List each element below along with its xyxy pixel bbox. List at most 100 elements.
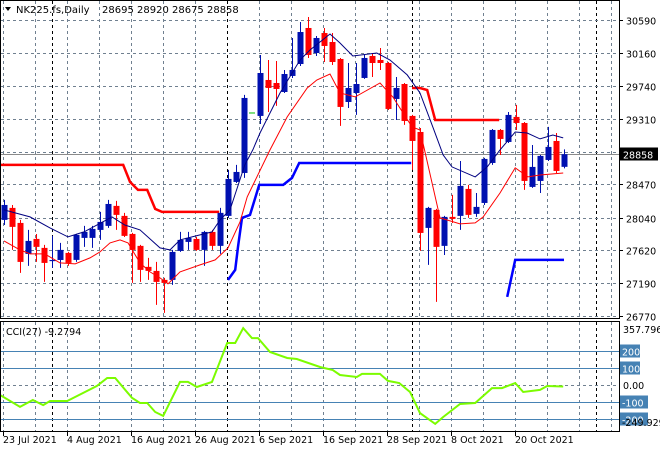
- date-label: 4 Aug 2021: [67, 435, 122, 446]
- candle-body: [313, 37, 320, 54]
- candle-body: [361, 57, 368, 78]
- candle-body: [417, 131, 424, 233]
- candle: [353, 63, 360, 115]
- candle: [257, 54, 264, 124]
- candle-body: [33, 238, 40, 247]
- date-label: 23 Jul 2021: [3, 435, 57, 446]
- candle-body: [17, 222, 24, 262]
- candle: [433, 208, 440, 302]
- candle: [25, 229, 32, 266]
- candle-body: [89, 228, 96, 238]
- candle-body: [113, 205, 120, 215]
- chart-header: NK225.fs,Daily 28695 28920 28675 28858: [5, 5, 239, 16]
- candle: [185, 231, 192, 250]
- price-tick-label: 28040: [626, 215, 656, 226]
- candle: [17, 219, 24, 273]
- candle-body: [377, 59, 384, 64]
- candle: [505, 111, 512, 143]
- candle: [377, 47, 384, 70]
- date-label: 26 Aug 2021: [195, 435, 256, 446]
- candle-body: [257, 73, 264, 116]
- candle: [409, 114, 416, 170]
- price-axis: 30590 30160 29740 29310 28470 28040 27620 27190…: [619, 17, 658, 324]
- candle: [497, 128, 504, 155]
- symbol-timeframe: NK225.fs,Daily: [16, 5, 90, 16]
- price-tick-label: 30590: [626, 17, 656, 28]
- candle: [89, 225, 96, 248]
- candle-body: [393, 87, 400, 99]
- candle: [417, 127, 424, 251]
- candle-body: [449, 216, 456, 219]
- candle-body: [369, 55, 376, 64]
- date-label: 6 Sep 2021: [259, 435, 313, 446]
- candle: [217, 207, 224, 254]
- candle: [441, 215, 448, 255]
- candle: [337, 57, 344, 126]
- candle-body: [105, 203, 112, 226]
- candle-body: [273, 82, 280, 89]
- candle: [425, 206, 432, 265]
- candle: [201, 230, 208, 266]
- candle: [473, 192, 480, 217]
- candle-body: [73, 234, 80, 260]
- cci-min-label: -249.929: [622, 418, 660, 429]
- candle: [481, 157, 488, 205]
- candle-body: [57, 249, 64, 260]
- candle-body: [353, 84, 360, 93]
- cci-zero-label: 0.00: [623, 381, 644, 392]
- candle: [369, 53, 376, 77]
- candle-body: [425, 207, 432, 228]
- candle: [321, 27, 328, 62]
- date-label: 16 Sep 2021: [323, 435, 383, 446]
- candle: [105, 199, 112, 228]
- candle-body: [561, 154, 568, 167]
- candle: [209, 229, 216, 250]
- price-tick-label: 29310: [626, 116, 656, 127]
- current-price-label: 28858: [623, 151, 653, 162]
- price-chart[interactable]: 30590 30160 29740 29310 28470 28040 27620 27190…: [0, 0, 660, 450]
- candle-body: [545, 146, 552, 160]
- candle: [449, 194, 456, 223]
- candle-body: [457, 185, 464, 216]
- candle-body: [441, 216, 448, 246]
- candle: [41, 244, 48, 282]
- candle-body: [497, 129, 504, 139]
- price-tick-label: 30160: [626, 50, 656, 61]
- candle-body: [513, 116, 520, 123]
- candle-body: [433, 209, 440, 247]
- candle: [545, 126, 552, 161]
- red-moving-average: [3, 73, 564, 285]
- candle: [393, 76, 400, 120]
- date-label: 8 Oct 2021: [451, 435, 504, 446]
- date-label: 28 Sep 2021: [387, 435, 447, 446]
- candle-body: [465, 188, 472, 215]
- cci-line: [0, 326, 564, 426]
- candle-body: [169, 251, 176, 280]
- candle-body: [65, 252, 72, 263]
- candle-body: [209, 231, 216, 246]
- candle-body: [521, 122, 528, 181]
- date-label: 16 Aug 2021: [131, 435, 192, 446]
- candle-body: [265, 79, 272, 88]
- candle: [193, 236, 200, 251]
- indicator-lines: [0, 86, 564, 298]
- candle: [233, 164, 240, 183]
- grid: [1, 1, 619, 431]
- candle-body: [481, 158, 488, 203]
- price-tick-label: 28470: [626, 181, 656, 192]
- ma-lines: [3, 33, 564, 285]
- candle: [129, 232, 136, 283]
- time-axis: 23 Jul 2021 4 Aug 2021 16 Aug 2021 26 Aug 2…: [3, 432, 574, 446]
- candle-body: [473, 206, 480, 214]
- cci-level-label: 100: [622, 365, 640, 376]
- candle: [361, 54, 368, 79]
- candle-body: [337, 58, 344, 107]
- dropdown-triangle-icon[interactable]: [5, 7, 11, 11]
- candle-body: [489, 129, 496, 163]
- candle: [49, 235, 56, 268]
- price-tick-label: 27620: [626, 247, 656, 258]
- candle-body: [1, 204, 8, 220]
- resistance-line: [412, 86, 500, 122]
- candle-body: [553, 140, 560, 171]
- ohlc-values: 28695 28920 28675 28858: [102, 5, 239, 16]
